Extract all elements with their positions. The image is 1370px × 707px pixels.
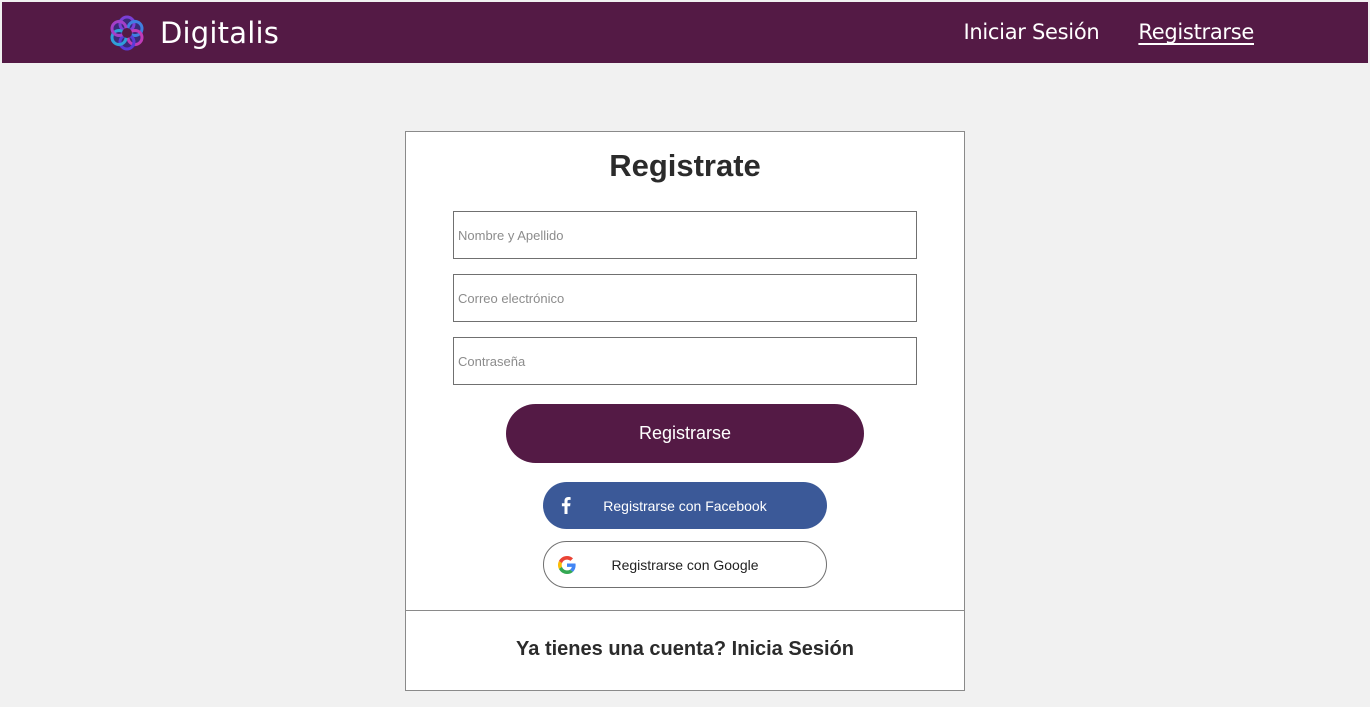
facebook-icon	[557, 497, 575, 515]
login-prompt-link[interactable]: Ya tienes una cuenta? Inicia Sesión	[406, 638, 964, 661]
register-facebook-button[interactable]: Registrarse con Facebook	[543, 482, 827, 529]
card-divider	[406, 610, 964, 611]
brand[interactable]: Digitalis	[109, 15, 279, 51]
nav-link-login[interactable]: Iniciar Sesión	[964, 18, 1100, 46]
password-field[interactable]	[453, 337, 917, 385]
brand-name: Digitalis	[160, 16, 280, 50]
name-field[interactable]	[453, 211, 917, 259]
google-button-label: Registrarse con Google	[611, 556, 759, 573]
top-navigation-bar: Digitalis Iniciar Sesión Registrarse	[2, 2, 1368, 63]
register-google-button[interactable]: Registrarse con Google	[543, 541, 827, 588]
register-button[interactable]: Registrarse	[506, 404, 864, 463]
page-title: Registrate	[609, 148, 761, 183]
google-icon	[558, 555, 576, 574]
register-card: Registrate Registrarse Registrarse con F…	[405, 131, 965, 691]
main-nav: Iniciar Sesión Registrarse	[925, 18, 1255, 46]
facebook-button-label: Registrarse con Facebook	[603, 497, 767, 514]
nav-link-register[interactable]: Registrarse	[1138, 18, 1254, 46]
email-field[interactable]	[453, 274, 917, 322]
flower-logo-icon	[109, 15, 145, 51]
